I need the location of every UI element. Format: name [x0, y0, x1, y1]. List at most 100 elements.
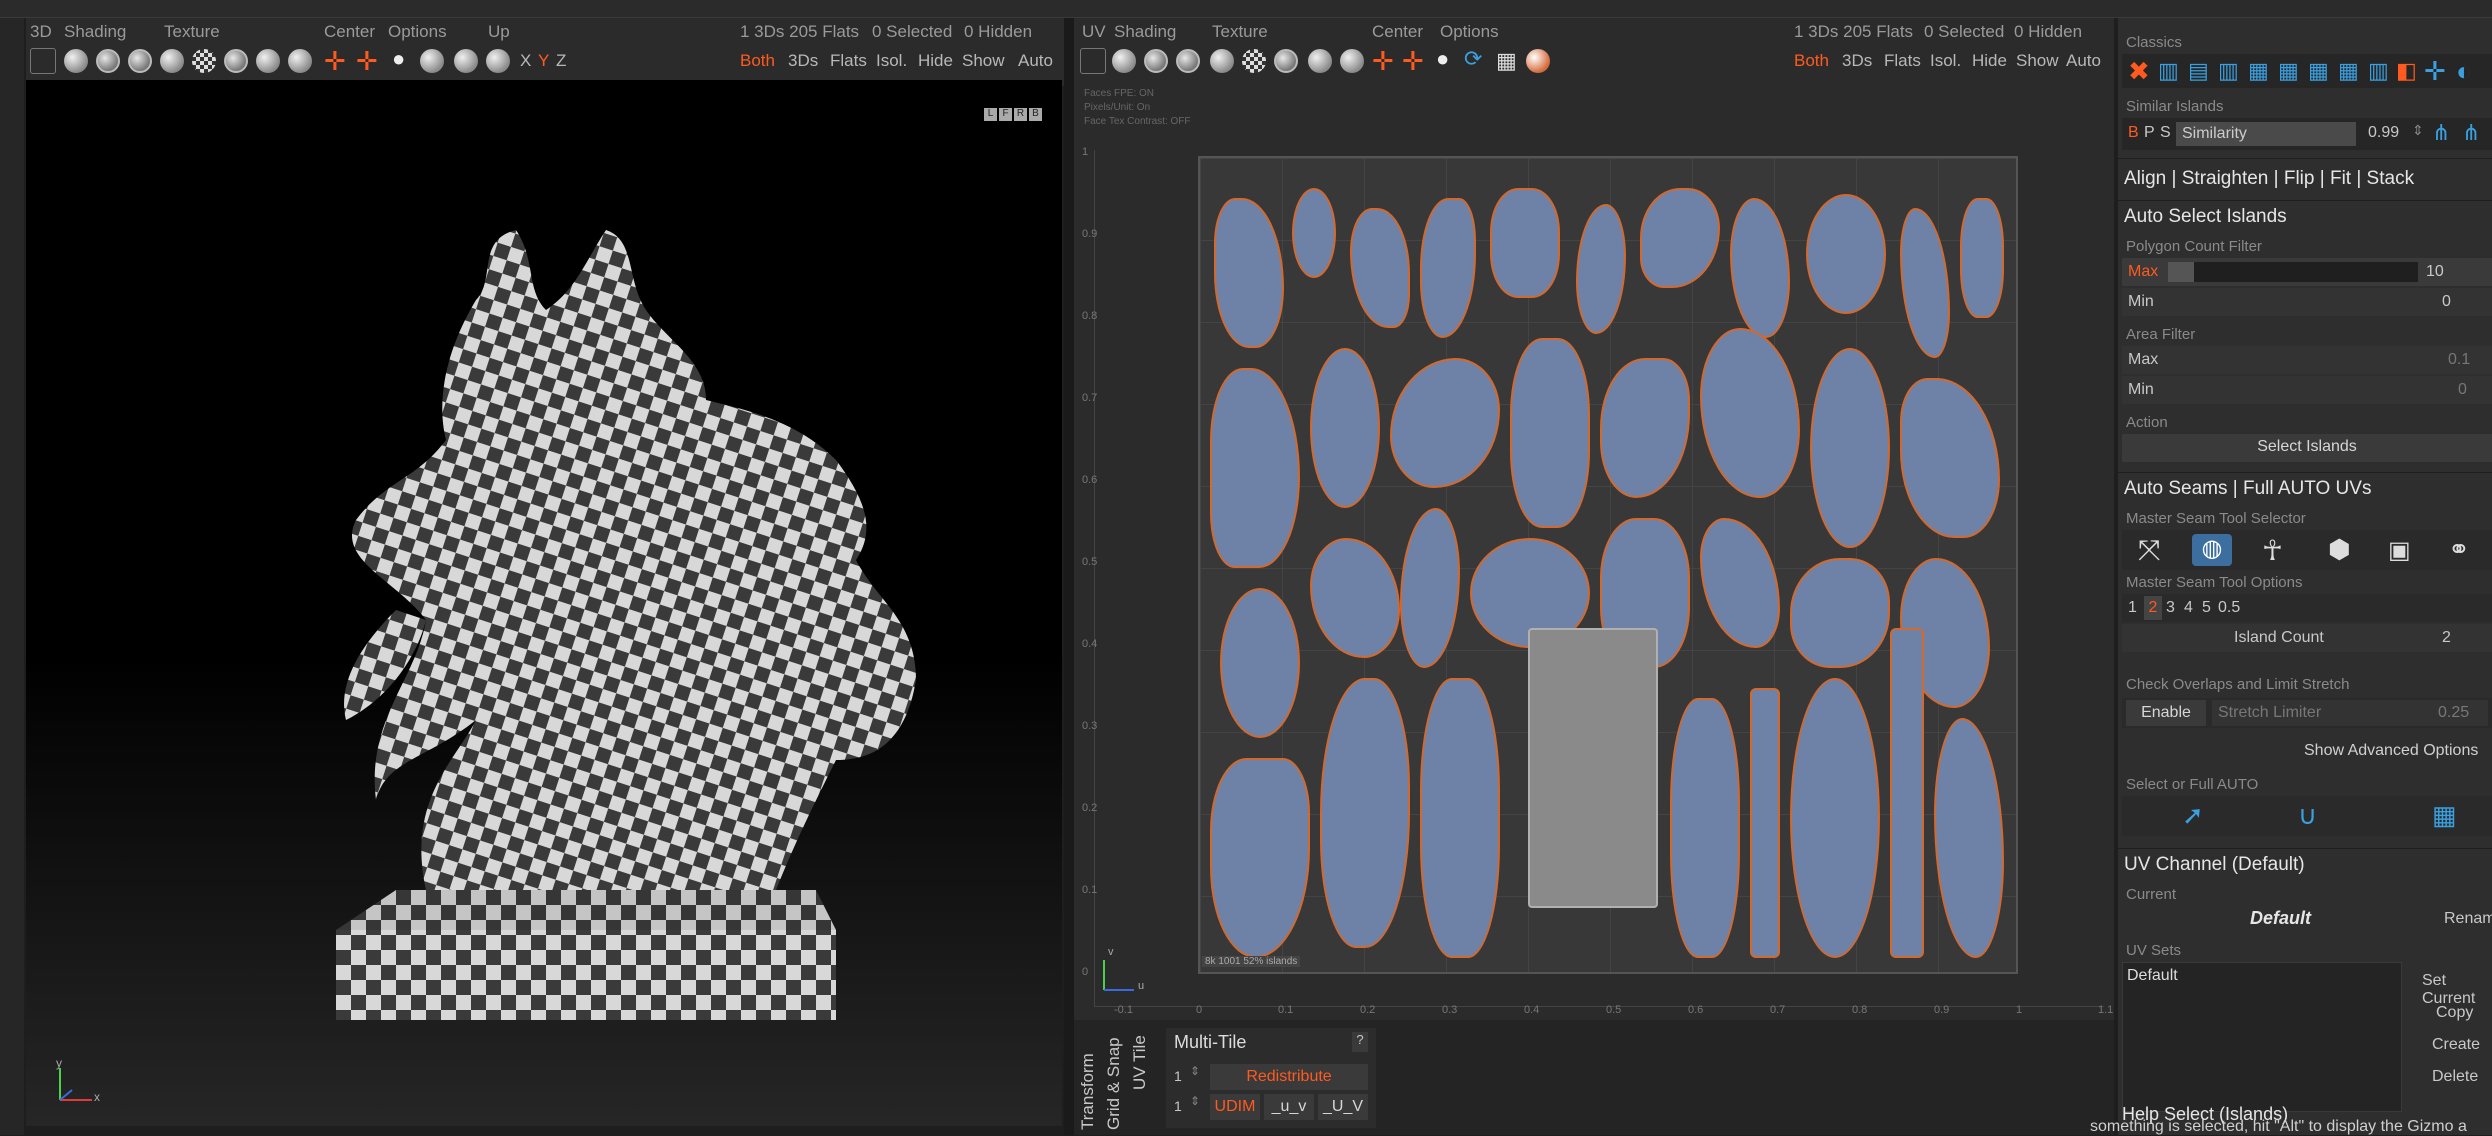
uv-island-selected-rect[interactable] — [1528, 628, 1658, 908]
seam-option-0-5[interactable]: 0.5 — [2218, 599, 2240, 617]
option2-ball-icon[interactable] — [454, 49, 478, 73]
select-similar-icon[interactable]: ⋔ — [2462, 120, 2480, 146]
redistribute-button[interactable]: Redistribute — [1210, 1064, 1368, 1090]
poly-max-value[interactable]: 10 — [2426, 263, 2444, 281]
island-count-row[interactable]: Island Count 2 — [2122, 624, 2492, 652]
unwrap-icon[interactable]: ▥ — [2158, 58, 2179, 84]
similar-flag-p[interactable]: P — [2144, 124, 2155, 142]
copy-button[interactable]: Copy — [2436, 1004, 2473, 1022]
menu-options[interactable]: Options — [388, 22, 447, 42]
center-icon[interactable]: ✛ — [324, 46, 346, 77]
uv-checker-ball-icon[interactable] — [1242, 49, 1266, 73]
uv-menu-uv[interactable]: UV — [1082, 22, 1106, 42]
uv-island[interactable] — [1292, 188, 1336, 278]
axis-z[interactable]: Z — [556, 51, 566, 71]
uv-island[interactable] — [1934, 718, 2004, 958]
uv-filter-both[interactable]: Both — [1794, 51, 1829, 71]
uv-texture-ball-icon[interactable] — [1274, 49, 1298, 73]
uv-island[interactable] — [1750, 688, 1780, 958]
uv-center-icon[interactable]: ✛ — [1372, 46, 1394, 77]
seam-character-icon[interactable]: ☥ — [2262, 534, 2283, 567]
uv-shaded-ball-icon[interactable] — [1112, 49, 1136, 73]
menu-3d[interactable]: 3D — [30, 22, 52, 42]
center-selection-icon[interactable]: ✛ — [356, 46, 378, 77]
filter-hide[interactable]: Hide — [918, 51, 953, 71]
uv-island[interactable] — [1400, 508, 1460, 668]
uv-light-icon[interactable]: ● — [1436, 46, 1449, 72]
filter-both[interactable]: Both — [740, 51, 775, 71]
uv-menu-center[interactable]: Center — [1372, 22, 1423, 42]
uv-island[interactable] — [1490, 188, 1560, 298]
mirror-icon[interactable]: ◧ — [2396, 58, 2417, 84]
3d-viewport[interactable]: L F R B y x — [26, 80, 1062, 1126]
uv-menu-texture[interactable]: Texture — [1212, 22, 1268, 42]
axis-y[interactable]: Y — [538, 51, 549, 71]
cube-face-back[interactable]: B — [1029, 108, 1042, 121]
view-cube-icon[interactable]: L F R B — [984, 96, 1044, 142]
uv-island[interactable] — [1510, 338, 1590, 528]
uv-island[interactable] — [1210, 368, 1300, 568]
uv-sync-icon[interactable]: ⟳ — [1464, 46, 1482, 72]
full-auto-icon[interactable]: ▦ — [2432, 800, 2457, 831]
uv-island[interactable] — [1960, 198, 2004, 318]
uv-menu-options[interactable]: Options — [1440, 22, 1499, 42]
cube-face-front[interactable]: F — [999, 108, 1012, 121]
stepper-icon[interactable]: ⇕ — [1190, 1064, 1200, 1078]
set-current-button[interactable]: Set Current — [2422, 972, 2492, 1008]
relax-icon[interactable]: ▦ — [2338, 58, 2359, 84]
option-ball-icon[interactable] — [420, 49, 444, 73]
uv-island[interactable] — [1900, 378, 2000, 538]
uv-island[interactable] — [1790, 558, 1890, 668]
tab-uv-tile[interactable]: UV Tile — [1130, 1030, 1150, 1090]
seam-box-icon[interactable]: ⬢ — [2328, 534, 2351, 565]
seam-option-5[interactable]: 5 — [2202, 599, 2211, 617]
uv-menu-shading[interactable]: Shading — [1114, 22, 1176, 42]
rotate-icon[interactable]: ◐ — [2456, 56, 2472, 87]
uv-filter-flats[interactable]: Flats — [1884, 51, 1921, 71]
cube-face-left[interactable]: L — [984, 108, 997, 121]
matcap-ball-icon[interactable] — [256, 49, 280, 73]
area-max-row[interactable]: Max 0.1 — [2122, 346, 2492, 374]
pack-icon[interactable]: ▦ — [2248, 58, 2269, 84]
axis-x[interactable]: X — [520, 51, 531, 71]
poly-min-row[interactable]: Min 0 — [2122, 288, 2492, 316]
seam-hard-edge-icon[interactable]: ⤧ — [2138, 534, 2160, 567]
cube-face-right[interactable]: R — [1014, 108, 1027, 121]
u-v-button[interactable]: _u_v — [1264, 1094, 1314, 1120]
uv-frame-icon[interactable] — [1080, 48, 1106, 74]
uv-island[interactable] — [1310, 348, 1380, 508]
seam-option-1[interactable]: 1 — [2128, 599, 2137, 617]
menu-up[interactable]: Up — [488, 22, 510, 42]
frame-icon[interactable] — [30, 48, 56, 74]
uv-island[interactable] — [1210, 758, 1310, 958]
uv-tile-grid[interactable]: 8k 1001 52% islands — [1198, 156, 2018, 974]
uv-island[interactable] — [1670, 698, 1740, 958]
uv-island[interactable] — [1310, 538, 1400, 658]
shaded-ball-icon[interactable] — [64, 49, 88, 73]
uv-island[interactable] — [1790, 678, 1880, 958]
filter-3ds[interactable]: 3Ds — [788, 51, 818, 71]
similarity-slider[interactable]: Similarity — [2176, 122, 2356, 146]
uv-island[interactable] — [1806, 194, 1886, 314]
tile-row1-value[interactable]: 1 — [1174, 1068, 1182, 1084]
uv-island[interactable] — [1810, 348, 1890, 548]
grid-pack-icon[interactable]: ▦ — [2278, 58, 2299, 84]
uv-wire-ball-icon[interactable] — [1144, 49, 1168, 73]
rename-button[interactable]: Rename — [2444, 910, 2492, 928]
poly-min-value[interactable]: 0 — [2442, 293, 2451, 311]
uv-island[interactable] — [1640, 188, 1720, 288]
area-min-value[interactable]: 0 — [2458, 381, 2467, 399]
filter-isol[interactable]: Isol. — [876, 51, 907, 71]
seam-sphere-icon[interactable]: ◍ — [2192, 534, 2232, 566]
uv-island[interactable] — [1600, 358, 1690, 498]
uv-island[interactable] — [1700, 328, 1800, 498]
uv-island[interactable] — [1390, 358, 1500, 488]
filter-show[interactable]: Show — [962, 51, 1005, 71]
menu-texture[interactable]: Texture — [164, 22, 220, 42]
island-count-value[interactable]: 2 — [2442, 629, 2451, 647]
filter-auto[interactable]: Auto — [1018, 51, 1053, 71]
seam-option-3[interactable]: 3 — [2166, 599, 2175, 617]
delete-button[interactable]: Delete — [2432, 1068, 2478, 1086]
uv-island[interactable] — [1890, 628, 1924, 958]
uv-island[interactable] — [1220, 588, 1300, 738]
